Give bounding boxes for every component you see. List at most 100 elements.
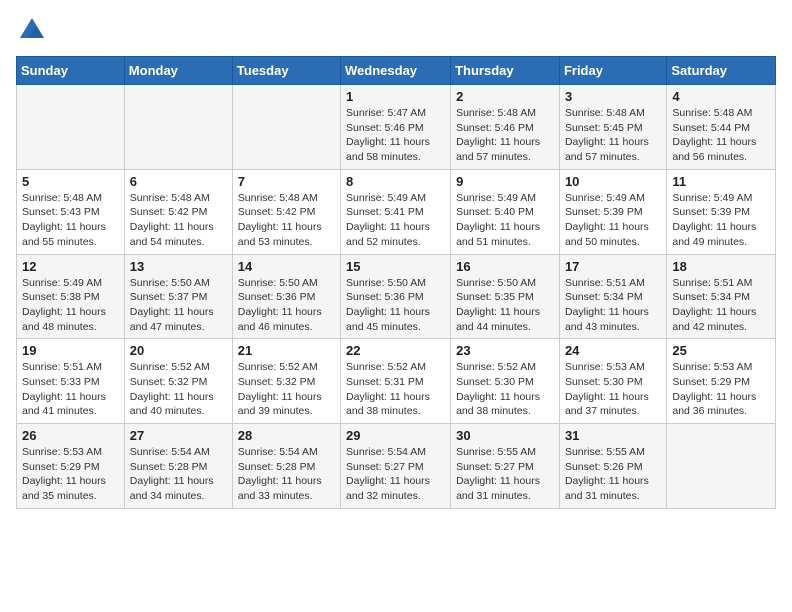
day-number: 21 [238,343,335,358]
day-info: Sunrise: 5:52 AM Sunset: 5:32 PM Dayligh… [130,360,227,419]
weekday-header-saturday: Saturday [667,57,776,85]
day-cell: 6 Sunrise: 5:48 AM Sunset: 5:42 PM Daylig… [124,169,232,254]
day-cell: 3 Sunrise: 5:48 AM Sunset: 5:45 PM Daylig… [559,85,666,170]
day-info: Sunrise: 5:47 AM Sunset: 5:46 PM Dayligh… [346,106,445,165]
weekday-header-thursday: Thursday [451,57,560,85]
page-header [16,16,776,44]
weekday-header-wednesday: Wednesday [341,57,451,85]
day-info: Sunrise: 5:51 AM Sunset: 5:33 PM Dayligh… [22,360,119,419]
weekday-header-monday: Monday [124,57,232,85]
day-number: 7 [238,174,335,189]
day-number: 5 [22,174,119,189]
day-number: 14 [238,259,335,274]
day-cell: 13Sunrise: 5:50 AM Sunset: 5:37 PM Dayli… [124,254,232,339]
day-cell [17,85,125,170]
day-cell: 14 Sunrise: 5:50 AM Sunset: 5:36 PM Dayli… [232,254,340,339]
day-cell [124,85,232,170]
day-cell: 31 Sunrise: 5:55 AM Sunset: 5:26 PM Dayli… [559,424,666,509]
day-number: 17 [565,259,661,274]
day-cell: 23 Sunrise: 5:52 AM Sunset: 5:30 PM Dayli… [451,339,560,424]
day-number: 29 [346,428,445,443]
week-row-3: 12 Sunrise: 5:49 AM Sunset: 5:38 PM Dayli… [17,254,776,339]
day-cell: 27 Sunrise: 5:54 AM Sunset: 5:28 PM Dayli… [124,424,232,509]
day-number: 11 [672,174,770,189]
day-number: 9 [456,174,554,189]
day-info: Sunrise: 5:55 AM Sunset: 5:26 PM Dayligh… [565,445,661,504]
day-number: 18 [672,259,770,274]
day-number: 24 [565,343,661,358]
day-cell: 8Sunrise: 5:49 AM Sunset: 5:41 PM Daylig… [341,169,451,254]
day-number: 4 [672,89,770,104]
day-number: 2 [456,89,554,104]
weekday-header-sunday: Sunday [17,57,125,85]
day-cell: 17 Sunrise: 5:51 AM Sunset: 5:34 PM Dayli… [559,254,666,339]
day-number: 13 [130,259,227,274]
day-info: Sunrise: 5:54 AM Sunset: 5:28 PM Dayligh… [238,445,335,504]
day-number: 10 [565,174,661,189]
day-cell: 7 Sunrise: 5:48 AM Sunset: 5:42 PM Daylig… [232,169,340,254]
day-info: Sunrise: 5:48 AM Sunset: 5:44 PM Dayligh… [672,106,770,165]
day-cell [667,424,776,509]
day-number: 16 [456,259,554,274]
day-info: Sunrise: 5:50 AM Sunset: 5:35 PM Dayligh… [456,276,554,335]
day-number: 3 [565,89,661,104]
day-cell: 20Sunrise: 5:52 AM Sunset: 5:32 PM Dayli… [124,339,232,424]
week-row-1: 1 Sunrise: 5:47 AM Sunset: 5:46 PM Daylig… [17,85,776,170]
day-number: 15 [346,259,445,274]
day-info: Sunrise: 5:49 AM Sunset: 5:41 PM Dayligh… [346,191,445,250]
day-cell [232,85,340,170]
day-info: Sunrise: 5:48 AM Sunset: 5:45 PM Dayligh… [565,106,661,165]
day-cell: 5Sunrise: 5:48 AM Sunset: 5:43 PM Daylig… [17,169,125,254]
day-info: Sunrise: 5:52 AM Sunset: 5:30 PM Dayligh… [456,360,554,419]
week-row-5: 26 Sunrise: 5:53 AM Sunset: 5:29 PM Dayli… [17,424,776,509]
day-info: Sunrise: 5:48 AM Sunset: 5:42 PM Dayligh… [238,191,335,250]
day-number: 1 [346,89,445,104]
day-number: 12 [22,259,119,274]
day-number: 30 [456,428,554,443]
day-info: Sunrise: 5:49 AM Sunset: 5:40 PM Dayligh… [456,191,554,250]
day-cell: 4 Sunrise: 5:48 AM Sunset: 5:44 PM Daylig… [667,85,776,170]
day-cell: 18 Sunrise: 5:51 AM Sunset: 5:34 PM Dayli… [667,254,776,339]
day-info: Sunrise: 5:51 AM Sunset: 5:34 PM Dayligh… [672,276,770,335]
day-cell: 11Sunrise: 5:49 AM Sunset: 5:39 PM Dayli… [667,169,776,254]
day-info: Sunrise: 5:50 AM Sunset: 5:36 PM Dayligh… [238,276,335,335]
day-info: Sunrise: 5:48 AM Sunset: 5:46 PM Dayligh… [456,106,554,165]
day-info: Sunrise: 5:54 AM Sunset: 5:28 PM Dayligh… [130,445,227,504]
day-info: Sunrise: 5:50 AM Sunset: 5:36 PM Dayligh… [346,276,445,335]
weekday-header-tuesday: Tuesday [232,57,340,85]
day-cell: 26 Sunrise: 5:53 AM Sunset: 5:29 PM Dayli… [17,424,125,509]
day-info: Sunrise: 5:52 AM Sunset: 5:32 PM Dayligh… [238,360,335,419]
day-cell: 9 Sunrise: 5:49 AM Sunset: 5:40 PM Daylig… [451,169,560,254]
day-info: Sunrise: 5:52 AM Sunset: 5:31 PM Dayligh… [346,360,445,419]
day-info: Sunrise: 5:55 AM Sunset: 5:27 PM Dayligh… [456,445,554,504]
logo [16,16,46,44]
weekday-header-friday: Friday [559,57,666,85]
week-row-2: 5Sunrise: 5:48 AM Sunset: 5:43 PM Daylig… [17,169,776,254]
day-info: Sunrise: 5:54 AM Sunset: 5:27 PM Dayligh… [346,445,445,504]
day-number: 19 [22,343,119,358]
day-info: Sunrise: 5:53 AM Sunset: 5:30 PM Dayligh… [565,360,661,419]
day-number: 23 [456,343,554,358]
day-cell: 2 Sunrise: 5:48 AM Sunset: 5:46 PM Daylig… [451,85,560,170]
day-number: 27 [130,428,227,443]
day-cell: 10 Sunrise: 5:49 AM Sunset: 5:39 PM Dayli… [559,169,666,254]
day-info: Sunrise: 5:49 AM Sunset: 5:38 PM Dayligh… [22,276,119,335]
day-cell: 12 Sunrise: 5:49 AM Sunset: 5:38 PM Dayli… [17,254,125,339]
day-info: Sunrise: 5:53 AM Sunset: 5:29 PM Dayligh… [22,445,119,504]
day-number: 6 [130,174,227,189]
day-info: Sunrise: 5:48 AM Sunset: 5:42 PM Dayligh… [130,191,227,250]
day-cell: 16 Sunrise: 5:50 AM Sunset: 5:35 PM Dayli… [451,254,560,339]
day-number: 28 [238,428,335,443]
day-cell: 19 Sunrise: 5:51 AM Sunset: 5:33 PM Dayli… [17,339,125,424]
day-cell: 1 Sunrise: 5:47 AM Sunset: 5:46 PM Daylig… [341,85,451,170]
day-number: 26 [22,428,119,443]
day-info: Sunrise: 5:53 AM Sunset: 5:29 PM Dayligh… [672,360,770,419]
day-info: Sunrise: 5:51 AM Sunset: 5:34 PM Dayligh… [565,276,661,335]
day-cell: 28 Sunrise: 5:54 AM Sunset: 5:28 PM Dayli… [232,424,340,509]
day-info: Sunrise: 5:49 AM Sunset: 5:39 PM Dayligh… [565,191,661,250]
day-number: 22 [346,343,445,358]
day-cell: 30 Sunrise: 5:55 AM Sunset: 5:27 PM Dayli… [451,424,560,509]
day-cell: 25Sunrise: 5:53 AM Sunset: 5:29 PM Dayli… [667,339,776,424]
day-number: 31 [565,428,661,443]
day-cell: 22 Sunrise: 5:52 AM Sunset: 5:31 PM Dayli… [341,339,451,424]
